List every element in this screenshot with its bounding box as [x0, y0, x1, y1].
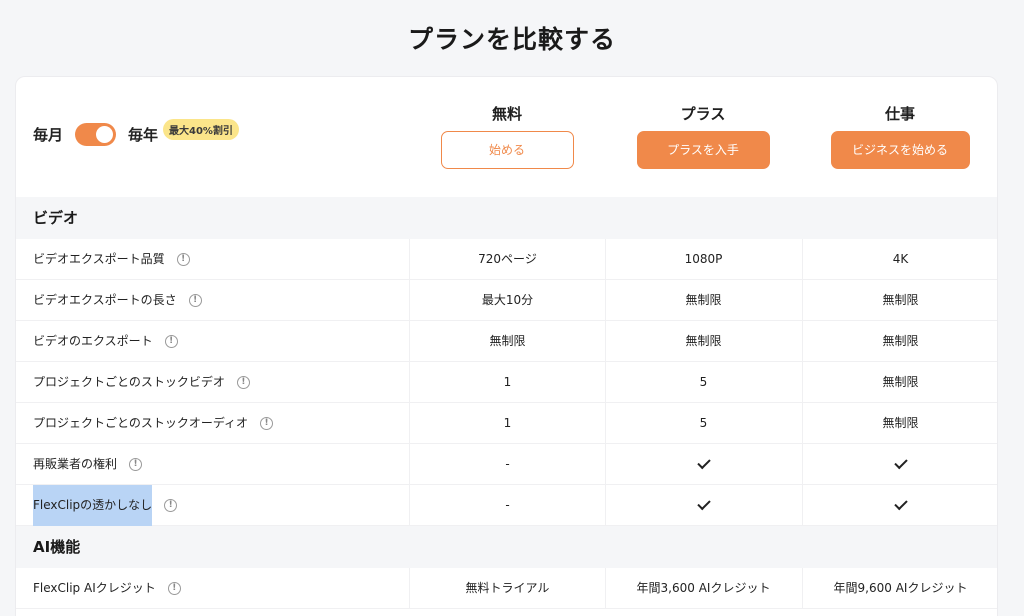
section-header: ビデオ: [16, 197, 997, 239]
feature-name: ビデオエクスポート品質!: [33, 239, 190, 280]
value-cell: -: [409, 444, 605, 485]
plan-name: 無料: [491, 105, 522, 123]
value-cell: 年間3,600 AIクレジット: [605, 568, 801, 609]
value-cell: 4K: [802, 239, 997, 280]
plan-name: 仕事: [884, 105, 915, 123]
plan-name: プラス: [680, 105, 726, 123]
feature-label: FlexClip AIクレジット: [33, 581, 156, 595]
get-plus-button[interactable]: プラスを入手: [636, 131, 770, 169]
value-cell: 最大10分: [409, 280, 605, 321]
feature-label: プロジェクトごとのストックビデオ: [33, 375, 225, 389]
feature-name: FlexClipの透かしなし!: [33, 485, 178, 526]
info-icon[interactable]: !: [236, 376, 250, 389]
info-icon[interactable]: !: [164, 335, 178, 348]
info-icon[interactable]: !: [188, 294, 202, 307]
page-title: プランを比較する: [407, 25, 616, 54]
value-cell: 720ページ: [409, 239, 605, 280]
feature-label: ビデオエクスポート品質: [33, 252, 165, 266]
value-cell: 1080P: [605, 239, 801, 280]
info-icon[interactable]: !: [164, 499, 178, 512]
plan-plus: プラス プラスを入手: [605, 103, 801, 169]
value-cell: [802, 485, 997, 526]
value-cell: 無制限: [605, 280, 801, 321]
pricing-comparison-table: 毎月 毎年 最大40%割引 無料 始める プラス プラスを入手 仕事 ビジネスを…: [15, 76, 998, 616]
info-icon[interactable]: !: [167, 582, 181, 595]
plan-free: 無料 始める: [409, 103, 605, 169]
info-icon[interactable]: !: [129, 458, 143, 471]
table-row: ビデオエクスポートの長さ! 最大10分 無制限 無制限: [16, 280, 997, 321]
table-row: 再販業者の権利! -: [16, 444, 997, 485]
feature-label: 再販業者の権利: [33, 457, 118, 471]
feature-label: ビデオのエクスポート: [33, 334, 153, 348]
value-cell: 無制限: [605, 321, 801, 362]
yearly-label: 毎年: [128, 126, 159, 144]
value-cell: 無制限: [802, 321, 997, 362]
checkmark-icon: [893, 496, 908, 511]
checkmark-icon: [893, 455, 908, 470]
feature-name: FlexClip AIクレジット!: [33, 568, 181, 609]
billing-toggle[interactable]: [75, 123, 117, 146]
feature-name: ビデオのエクスポート!: [33, 321, 178, 362]
table-row: ビデオエクスポート品質! 720ページ 1080P 4K: [16, 239, 997, 280]
checkmark-icon: [696, 496, 711, 511]
value-cell: [605, 485, 801, 526]
feature-label: ビデオエクスポートの長さ: [33, 293, 177, 307]
start-free-button[interactable]: 始める: [440, 131, 574, 169]
value-cell: 無制限: [409, 321, 605, 362]
info-icon[interactable]: !: [260, 417, 274, 430]
feature-label: プロジェクトごとのストックオーディオ: [33, 416, 249, 430]
value-cell: 無制限: [802, 362, 997, 403]
table-header: 毎月 毎年 最大40%割引 無料 始める プラス プラスを入手 仕事 ビジネスを…: [16, 77, 997, 197]
value-cell: 無制限: [802, 403, 997, 444]
value-cell: 無料トライアル: [409, 568, 605, 609]
feature-label: FlexClipの透かしなし: [33, 485, 153, 526]
value-cell: 無制限: [802, 280, 997, 321]
value-cell: 5: [605, 403, 801, 444]
plan-business: 仕事 ビジネスを始める: [802, 103, 997, 169]
checkmark-icon: [696, 455, 711, 470]
feature-name: ビデオエクスポートの長さ!: [33, 280, 202, 321]
value-cell: 年間9,600 AIクレジット: [802, 568, 997, 609]
billing-period-switch: 毎月 毎年: [33, 123, 158, 146]
toggle-knob: [96, 126, 114, 143]
table-row: プロジェクトごとのストックオーディオ! 1 5 無制限: [16, 403, 997, 444]
table-row: FlexClip AIクレジット! 無料トライアル 年間3,600 AIクレジット年…: [16, 568, 997, 609]
table-row: プロジェクトごとのストックビデオ! 1 5 無制限: [16, 362, 997, 403]
monthly-label: 毎月: [33, 126, 64, 144]
value-cell: 1: [409, 403, 605, 444]
feature-name: プロジェクトごとのストックビデオ!: [33, 362, 250, 403]
value-cell: -: [409, 485, 605, 526]
discount-badge: 最大40%割引: [163, 119, 239, 140]
table-row: FlexClipの透かしなし! -: [16, 485, 997, 526]
start-business-button[interactable]: ビジネスを始める: [830, 131, 970, 169]
section-header: AI機能: [16, 526, 997, 568]
feature-name: プロジェクトごとのストックオーディオ!: [33, 403, 274, 444]
feature-name: 再販業者の権利!: [33, 444, 143, 485]
info-icon[interactable]: !: [176, 253, 190, 266]
table-row: ビデオのエクスポート! 無制限 無制限 無制限: [16, 321, 997, 362]
value-cell: 1: [409, 362, 605, 403]
value-cell: [605, 444, 801, 485]
value-cell: [802, 444, 997, 485]
value-cell: 5: [605, 362, 801, 403]
